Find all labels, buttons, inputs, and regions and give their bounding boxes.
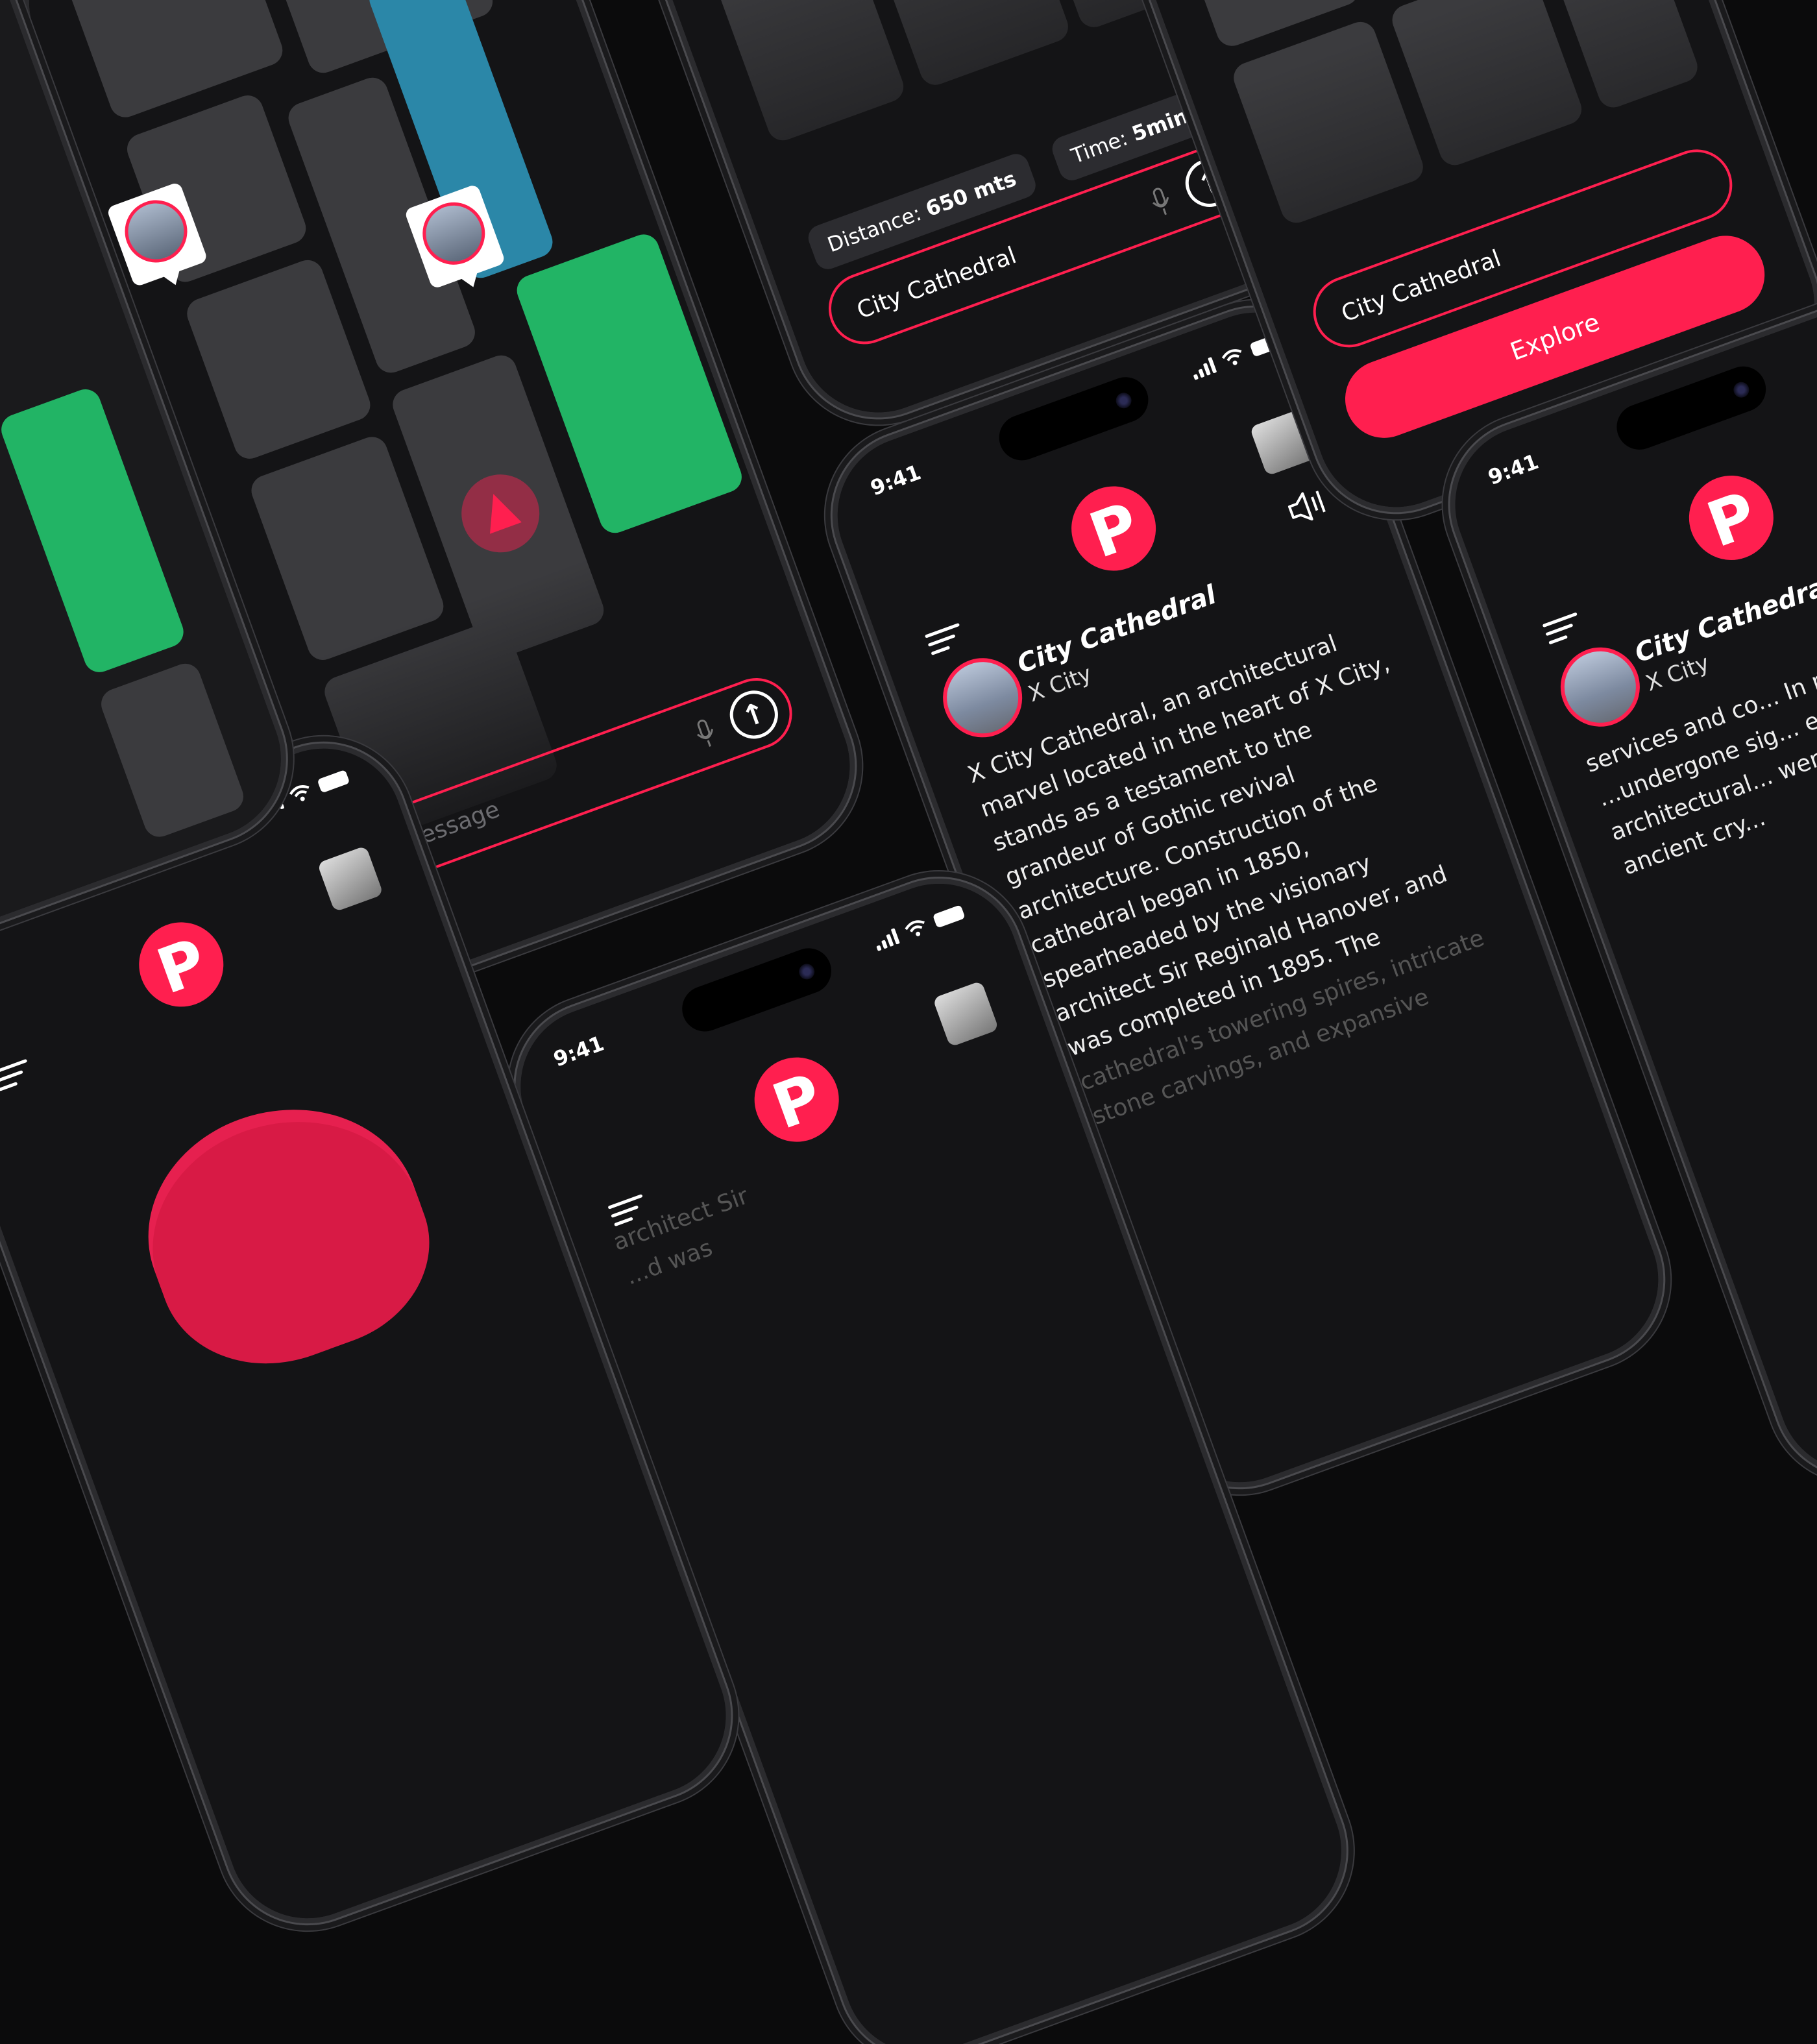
signal-icon <box>1189 356 1217 380</box>
voice-blob[interactable] <box>120 1083 457 1396</box>
cathedral-thumbnail <box>116 191 197 271</box>
app-logo: P <box>127 910 236 1019</box>
signal-icon <box>872 927 900 951</box>
status-time: 9:41 <box>550 1030 607 1071</box>
app-logo-glyph: P <box>1698 477 1766 561</box>
app-logo: P <box>742 1045 851 1154</box>
mic-icon[interactable] <box>691 716 720 750</box>
battery-icon <box>932 904 966 929</box>
time-label: Time: <box>1067 125 1131 169</box>
avatar[interactable] <box>317 845 384 912</box>
wifi-icon <box>1221 348 1242 365</box>
status-time: 9:41 <box>1484 448 1542 490</box>
app-logo-glyph: P <box>148 924 216 1008</box>
wifi-icon <box>905 919 925 936</box>
menu-icon[interactable] <box>924 622 968 659</box>
menu-icon[interactable] <box>0 1058 35 1095</box>
mic-icon[interactable] <box>1147 184 1175 219</box>
status-time: 9:41 <box>867 459 925 500</box>
app-logo-glyph: P <box>1080 488 1149 572</box>
send-arrow-icon[interactable] <box>723 683 785 746</box>
avatar[interactable] <box>932 980 999 1047</box>
app-logo: P <box>1677 463 1786 572</box>
time-value: 5min <box>1128 103 1192 147</box>
app-logo-glyph: P <box>763 1059 831 1143</box>
battery-icon <box>317 769 350 793</box>
app-logo: P <box>1059 474 1168 583</box>
explore-button-label: Explore <box>1506 307 1604 366</box>
cathedral-thumbnail <box>413 193 494 273</box>
wifi-icon <box>289 785 310 801</box>
speaker-icon[interactable] <box>1282 482 1336 528</box>
menu-icon[interactable] <box>1542 611 1585 649</box>
